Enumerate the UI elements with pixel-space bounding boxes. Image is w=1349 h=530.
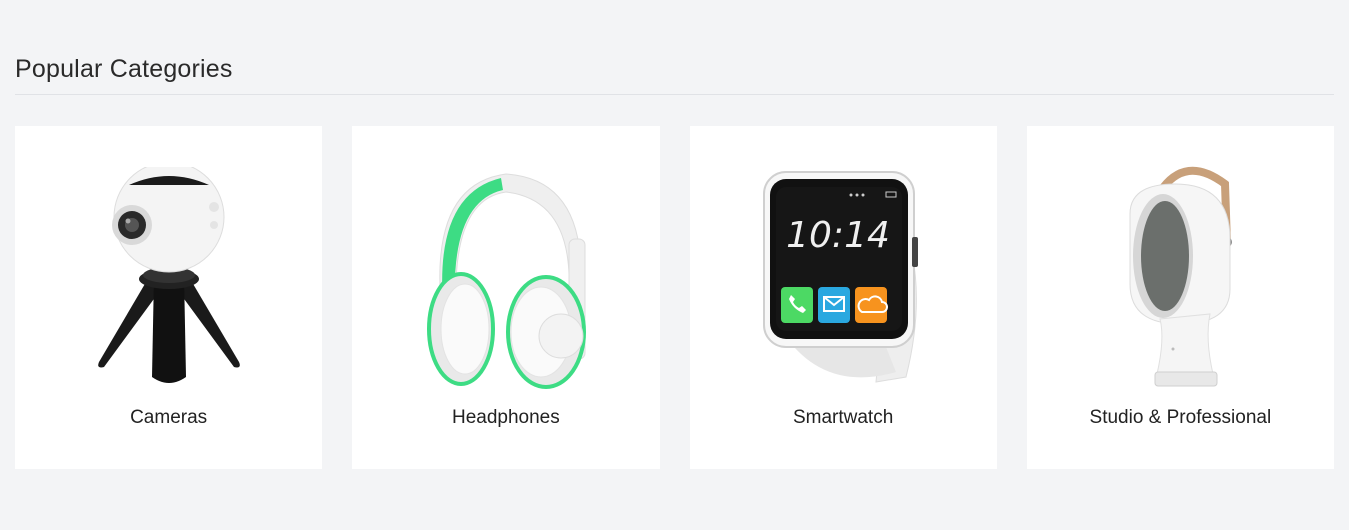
headphones-icon[interactable] <box>411 164 601 394</box>
camera-360-icon[interactable] <box>74 164 264 394</box>
category-card-studio-professional[interactable]: Studio & Professional <box>1026 126 1334 469</box>
categories-grid: Cameras Headphones 10:14 Smartwatch Stud… <box>15 126 1334 469</box>
section-title: Popular Categories <box>15 55 233 83</box>
category-label[interactable]: Headphones <box>352 407 659 429</box>
category-label[interactable]: Studio & Professional <box>1027 407 1334 429</box>
speaker-icon[interactable] <box>1085 164 1275 394</box>
smartwatch-icon[interactable]: 10:14 <box>748 164 938 394</box>
category-card-headphones[interactable]: Headphones <box>352 126 660 469</box>
category-card-smartwatch[interactable]: 10:14 Smartwatch <box>689 126 997 469</box>
category-label[interactable]: Cameras <box>15 407 322 429</box>
category-label[interactable]: Smartwatch <box>690 407 997 429</box>
category-card-cameras[interactable]: Cameras <box>15 126 323 469</box>
section-divider <box>15 94 1334 95</box>
watch-time: 10:14 <box>786 215 890 256</box>
